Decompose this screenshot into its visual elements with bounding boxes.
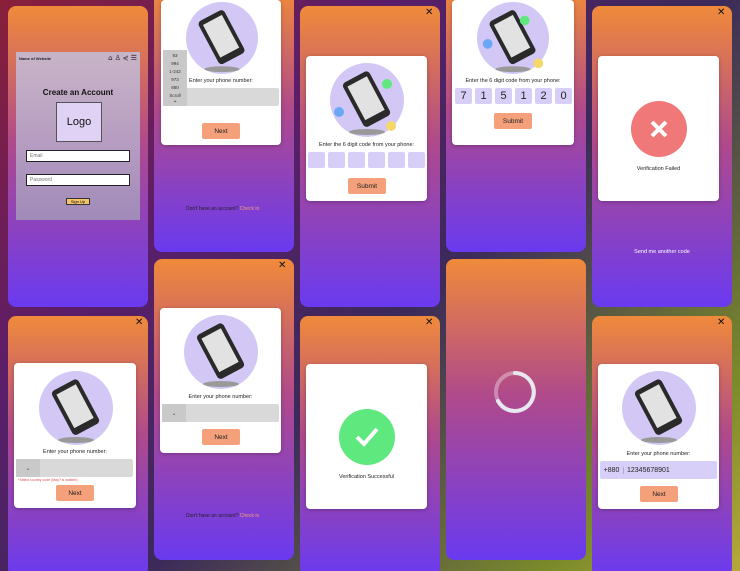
code-digit-input[interactable] <box>308 152 325 168</box>
code-entry-card: Enter the 6 digit code from your phone: … <box>306 56 427 201</box>
user-icon[interactable]: ♙ <box>115 54 121 62</box>
code-entry-screen: ✕ Enter the 6 digit code from your phone… <box>300 6 440 307</box>
code-digit-input[interactable]: 0 <box>555 88 572 104</box>
header-icons: ⌂ ♙ ⋞ ☰ <box>108 54 137 62</box>
page-title: Create an Account <box>42 88 114 97</box>
phone-input-row[interactable]: +880 12345678901 <box>600 461 717 479</box>
phone-entry-card: Enter your phone number: +880 1234567890… <box>598 364 719 509</box>
country-code-option[interactable]: 880 <box>163 84 187 92</box>
checkmark-icon <box>355 427 379 447</box>
code-digit-input[interactable] <box>388 152 405 168</box>
country-code-option[interactable]: 93 <box>163 52 187 60</box>
next-button[interactable]: Next <box>202 123 240 139</box>
close-icon[interactable]: ✕ <box>425 318 433 328</box>
chevron-up-icon[interactable]: ⌃ <box>163 100 187 108</box>
next-button[interactable]: Next <box>202 429 240 445</box>
failure-circle <box>631 101 687 157</box>
phone-illustration-icon <box>622 371 696 445</box>
phone-prompt: Enter your phone number: <box>188 394 253 400</box>
website-header: Name of Website ⌂ ♙ ⋞ ☰ <box>16 52 140 64</box>
phone-filled-screen: ✕ Enter your phone number: +880 12345678… <box>592 316 732 571</box>
no-account-text: Don't have an account? Check in <box>186 513 259 519</box>
no-account-label: Don't have an account? <box>186 206 239 212</box>
country-code-option[interactable]: 994 <box>163 60 187 68</box>
country-code-option[interactable]: 1-242 <box>163 68 187 76</box>
code-digit-input[interactable]: 2 <box>535 88 552 104</box>
phone-input-row[interactable]: ⌄ <box>16 459 133 477</box>
loading-screen <box>446 259 586 560</box>
close-icon[interactable]: ✕ <box>278 261 286 271</box>
code-prompt: Enter the 6 digit code from your phone: <box>465 78 561 84</box>
phone-illustration-icon <box>39 371 113 445</box>
next-button[interactable]: Next <box>56 485 94 501</box>
phone-number-value[interactable]: 12345678901 <box>624 467 670 474</box>
home-icon[interactable]: ⌂ <box>108 54 112 62</box>
code-digit-input[interactable]: 7 <box>455 88 472 104</box>
code-digit-input[interactable]: 5 <box>495 88 512 104</box>
signup-page: Name of Website ⌂ ♙ ⋞ ☰ Create an Accoun… <box>16 52 140 220</box>
phone-entry-card: Enter your phone number: 93 994 1-242 97… <box>161 0 281 145</box>
password-field[interactable] <box>26 174 130 186</box>
chevron-down-icon: ⌄ <box>25 465 31 472</box>
phone-illustration-icon <box>185 1 259 75</box>
code-digit-input[interactable] <box>328 152 345 168</box>
verification-failed-screen: ✕ Verification Failed Send me another co… <box>592 6 732 307</box>
chevron-down-icon: ⌄ <box>171 410 177 417</box>
no-account-label: Don't have an account? <box>186 513 239 519</box>
no-account-text: Don't have an account? Check in <box>186 206 259 212</box>
close-icon[interactable]: ✕ <box>425 8 433 18</box>
code-digit-input[interactable]: 1 <box>475 88 492 104</box>
check-in-link[interactable]: Check in <box>240 513 259 519</box>
country-code-dropdown[interactable]: ⌄ <box>162 404 186 422</box>
code-filled-screen: Enter the 6 digit code from your phone: … <box>446 0 586 252</box>
failed-text: Verification Failed <box>636 166 681 172</box>
share-icon[interactable]: ⋞ <box>123 54 129 62</box>
country-code-list[interactable]: 93 994 1-242 973 880 Scroll ⌃ <box>163 50 187 108</box>
success-card: Verification Successful <box>306 364 427 509</box>
code-digit-input[interactable] <box>408 152 425 168</box>
country-code-option[interactable]: Scroll <box>163 92 187 100</box>
loading-spinner-icon <box>494 371 536 413</box>
verification-success-screen: ✕ Verification Successful <box>300 316 440 571</box>
code-digit-input[interactable] <box>368 152 385 168</box>
website-name: Name of Website <box>19 55 52 61</box>
cross-icon <box>650 120 668 138</box>
failed-card: Verification Failed <box>598 56 719 201</box>
submit-button[interactable]: Submit <box>494 113 532 129</box>
country-code-option[interactable]: 973 <box>163 76 187 84</box>
check-in-link[interactable]: Check in <box>240 206 259 212</box>
phone-entry-dropdown-screen: Enter your phone number: 93 994 1-242 97… <box>154 0 294 252</box>
phone-entry-error-screen: ✕ Enter your phone number: ⌄ *Select cou… <box>8 316 148 571</box>
next-button[interactable]: Next <box>640 486 678 502</box>
code-prompt: Enter the 6 digit code from your phone: <box>318 142 415 148</box>
close-icon[interactable]: ✕ <box>717 318 725 328</box>
close-icon[interactable]: ✕ <box>135 318 143 328</box>
phone-prompt: Enter your phone number: <box>43 449 107 455</box>
success-circle <box>339 409 395 465</box>
signup-button[interactable]: Sign Up <box>66 198 90 205</box>
phone-entry-screen: ✕ Enter your phone number: ⌄ Next Don't … <box>154 259 294 560</box>
phone-illustration-icon <box>184 315 258 389</box>
submit-button[interactable]: Submit <box>348 178 386 194</box>
country-code-value[interactable]: +880 <box>600 466 624 474</box>
phone-illustration-icon <box>330 63 404 137</box>
code-digit-input[interactable]: 1 <box>515 88 532 104</box>
close-icon[interactable]: ✕ <box>717 8 725 18</box>
country-code-dropdown[interactable]: ⌄ <box>16 459 40 477</box>
phone-entry-card: Enter your phone number: ⌄ Next <box>160 308 281 453</box>
success-text: Verification Successful <box>338 474 395 480</box>
email-field[interactable] <box>26 150 130 162</box>
phone-prompt: Enter your phone number: <box>626 451 691 457</box>
logo-text: Logo <box>66 116 92 128</box>
resend-code-link[interactable]: Send me another code <box>592 249 732 255</box>
code-digit-input[interactable] <box>348 152 365 168</box>
menu-icon[interactable]: ☰ <box>131 54 137 62</box>
signup-screen: Name of Website ⌂ ♙ ⋞ ☰ Create an Accoun… <box>8 6 148 307</box>
phone-input-row[interactable]: ⌄ <box>162 404 279 422</box>
error-text: *Select country code (May? is wasted) <box>18 478 78 482</box>
logo-box: Logo <box>56 102 102 142</box>
code-entry-card: Enter the 6 digit code from your phone: … <box>452 0 574 145</box>
phone-entry-card: Enter your phone number: ⌄ *Select count… <box>14 363 136 508</box>
phone-illustration-icon <box>476 1 550 75</box>
